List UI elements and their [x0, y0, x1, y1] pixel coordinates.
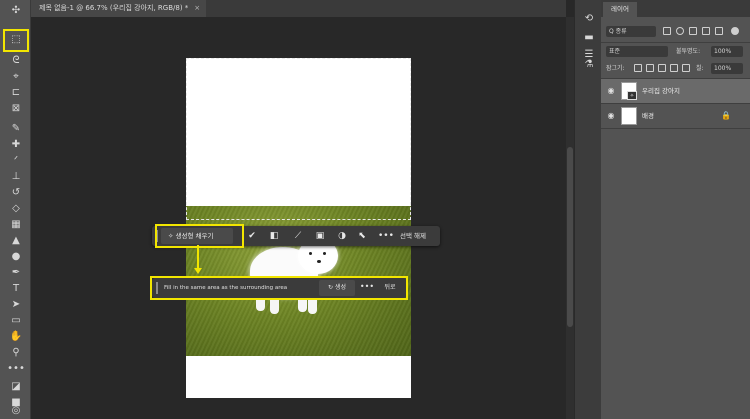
pen-icon[interactable]: ✒ — [7, 266, 25, 280]
select-subject-icon[interactable]: ✔ — [246, 230, 258, 242]
prompt-bar-highlight — [150, 276, 408, 300]
filter-type-icon[interactable] — [689, 27, 697, 35]
dog-eye — [309, 252, 312, 255]
lock-all-icon[interactable] — [682, 64, 690, 72]
callout-arrow-head — [194, 268, 202, 274]
selection-marquee[interactable] — [186, 58, 411, 220]
vertical-scrollbar[interactable] — [566, 17, 574, 419]
document-tab-title: 제목 없음-1 @ 66.7% (우리집 강아지, RGB/8) * — [39, 4, 189, 12]
dog-nose — [317, 260, 321, 263]
generative-fill-highlight — [155, 224, 244, 248]
object-selection-icon[interactable]: ⌖ — [7, 70, 25, 84]
divider — [601, 42, 750, 43]
libraries-icon[interactable]: ⚗ — [582, 58, 596, 72]
collapsed-panels-column: ⟲ ▬ ☰ ⚗ — [574, 0, 601, 419]
quick-mask-icon[interactable]: ◎ — [7, 404, 25, 418]
lock-artboard-icon[interactable] — [670, 64, 678, 72]
more-tools-icon[interactable]: ••• — [7, 362, 25, 376]
filter-smart-object-icon[interactable] — [715, 27, 723, 35]
visibility-eye-icon[interactable]: ◉ — [606, 86, 616, 96]
deselect-button[interactable]: 선택 해제 — [400, 226, 426, 246]
comments-icon[interactable]: ▬ — [582, 31, 596, 45]
layer-row[interactable]: ◉ ✧ 우리집 강아지 — [601, 79, 750, 103]
blend-mode-select[interactable]: 표준 — [606, 46, 668, 57]
layer-row[interactable]: ◉ 배경 🔒 — [601, 104, 750, 128]
eraser-icon[interactable]: ◇ — [7, 202, 25, 216]
scrollbar-thumb[interactable] — [567, 147, 573, 327]
modify-selection-icon[interactable]: ⟋ — [292, 230, 304, 242]
filter-toggle-icon[interactable] — [731, 27, 739, 35]
layer-name[interactable]: 우리집 강아지 — [642, 79, 680, 103]
document-tab-bar: 제목 없음-1 @ 66.7% (우리집 강아지, RGB/8) * × — [31, 0, 566, 17]
eyedropper-icon[interactable]: ✎ — [7, 122, 25, 136]
move-icon[interactable]: ✣ — [7, 4, 25, 18]
lock-transparent-icon[interactable] — [634, 64, 642, 72]
hand-icon[interactable]: ✋ — [7, 330, 25, 344]
brush-icon[interactable]: ᐟ — [7, 154, 25, 168]
blur-icon[interactable]: ▲ — [7, 234, 25, 248]
lock-label: 잠그기: — [606, 65, 625, 72]
layer-filter-row: Q 종류 — [601, 24, 750, 39]
tools-panel: ✣ ⬚ ᘓ ⌖ ⊏ ⊠ ✎ ✚ ᐟ ⊥ ↺ ◇ ▦ ▲ ● ✒ T ➤ ▭ ✋ ⚲ ••• ◪ ■ ◎ — [0, 0, 31, 419]
lock-position-icon[interactable] — [658, 64, 666, 72]
filter-pixel-icon[interactable] — [663, 27, 671, 35]
default-colors-icon[interactable]: ◪ — [7, 380, 25, 394]
adjustment-icon[interactable]: ◑ — [336, 230, 348, 242]
layers-panel: 레이어 Q 종류 표준 불투명도: 100% 잠그기: 칠: 100% ◉ ✧ … — [601, 0, 750, 419]
fill-label: 칠: — [696, 65, 704, 72]
crop-icon[interactable]: ⊏ — [7, 86, 25, 100]
dodge-icon[interactable]: ● — [7, 250, 25, 264]
close-icon[interactable]: × — [194, 4, 200, 12]
panel-tab-bar: 레이어 — [601, 0, 750, 17]
lock-image-icon[interactable] — [646, 64, 654, 72]
opacity-label: 불투명도: — [676, 48, 701, 55]
invert-selection-icon[interactable]: ◧ — [268, 230, 280, 242]
tab-layers[interactable]: 레이어 — [603, 2, 637, 17]
visibility-eye-icon[interactable]: ◉ — [606, 111, 616, 121]
lasso-icon[interactable]: ᘓ — [7, 54, 25, 68]
active-tool-highlight — [3, 29, 29, 52]
more-icon[interactable]: ••• — [378, 230, 394, 242]
dog-eye — [323, 252, 326, 255]
spot-healing-brush-icon[interactable]: ✚ — [7, 138, 25, 152]
layer-name[interactable]: 배경 — [642, 104, 654, 128]
filter-shape-icon[interactable] — [702, 27, 710, 35]
opacity-field[interactable]: 100% — [711, 46, 743, 57]
clone-stamp-icon[interactable]: ⊥ — [7, 170, 25, 184]
filter-adjustment-icon[interactable] — [676, 27, 684, 35]
divider — [601, 128, 750, 129]
transform-icon[interactable]: ⬉ — [356, 230, 368, 242]
lock-icon: 🔒 — [721, 111, 731, 120]
history-icon[interactable]: ⟲ — [582, 12, 596, 26]
rectangle-icon[interactable]: ▭ — [7, 314, 25, 328]
layer-filter-kind[interactable]: Q 종류 — [606, 26, 656, 37]
gradient-icon[interactable]: ▦ — [7, 218, 25, 232]
generative-layer-icon: ✧ — [627, 91, 637, 100]
lock-row: 잠그기: 칠: 100% — [601, 61, 750, 76]
blend-row: 표준 불투명도: 100% — [601, 44, 750, 59]
document-tab[interactable]: 제목 없음-1 @ 66.7% (우리집 강아지, RGB/8) * × — [31, 0, 207, 17]
history-brush-icon[interactable]: ↺ — [7, 186, 25, 200]
layer-thumbnail — [621, 107, 637, 125]
frame-icon[interactable]: ⊠ — [7, 102, 25, 116]
path-selection-icon[interactable]: ➤ — [7, 298, 25, 312]
photoshop-window: ✣ ⬚ ᘓ ⌖ ⊏ ⊠ ✎ ✚ ᐟ ⊥ ↺ ◇ ▦ ▲ ● ✒ T ➤ ▭ ✋ ⚲ ••• ◪ ■ ◎ 제목 없음-1 @ 66… — [0, 0, 750, 419]
mask-icon[interactable]: ▣ — [314, 230, 326, 242]
fill-field[interactable]: 100% — [711, 63, 743, 74]
zoom-icon[interactable]: ⚲ — [7, 346, 25, 360]
type-icon[interactable]: T — [7, 282, 25, 296]
